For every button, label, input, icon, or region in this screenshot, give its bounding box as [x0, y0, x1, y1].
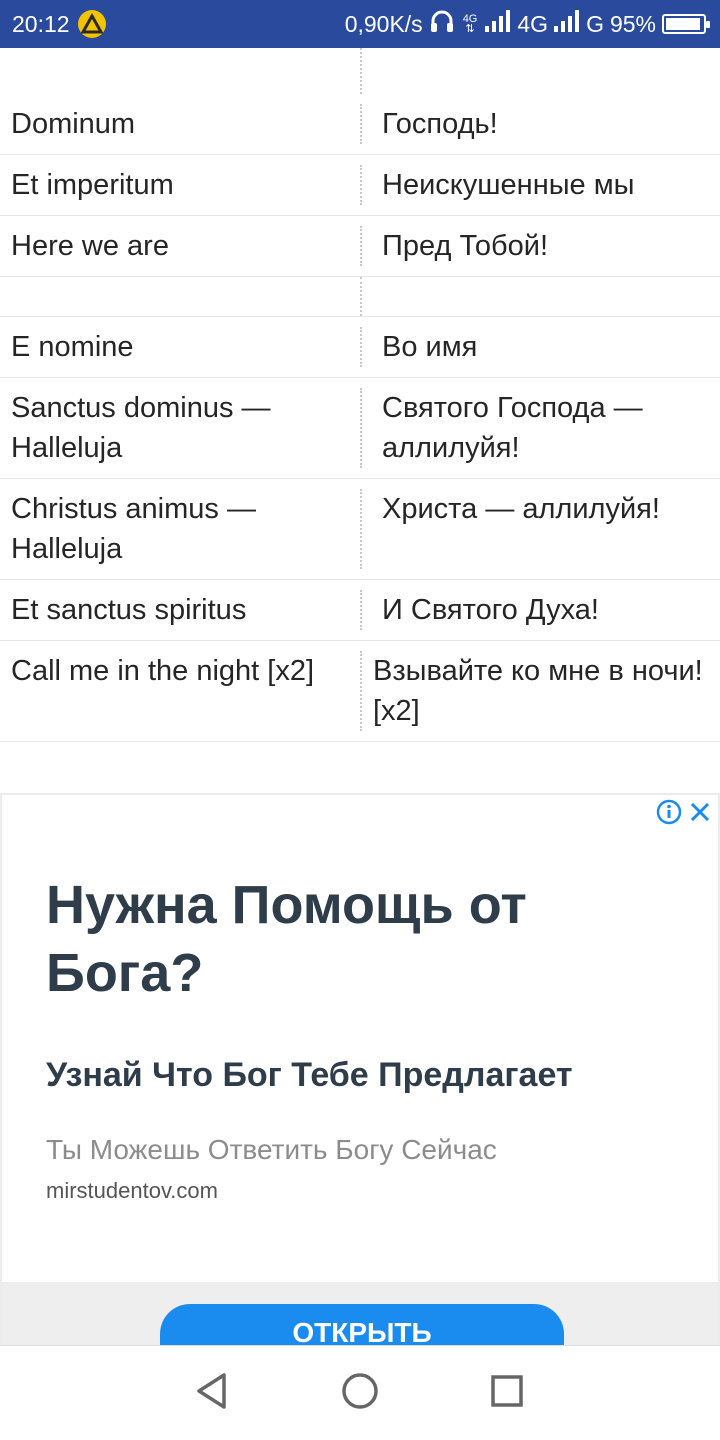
- lyric-original: Et sanctus spiritus: [11, 594, 247, 626]
- table-row: Sanctus dominus — Halleluja Святого Госп…: [0, 378, 720, 479]
- table-row: E nomine Во имя: [0, 317, 720, 378]
- table-row: Et sanctus spiritus И Святого Духа!: [0, 580, 720, 641]
- lyric-original: Dominum: [11, 108, 136, 140]
- net1-indicator: 4G ⇅: [462, 13, 478, 35]
- net-speed: 0,90K/s: [344, 10, 423, 37]
- lyric-translation: Во имя: [360, 327, 720, 367]
- lyric-translation: Взывайте ко мне в ночи! [x2]: [360, 651, 720, 731]
- lyric-original: Christus animus — Halleluja: [11, 493, 256, 565]
- lyric-original: Et imperitum: [11, 169, 174, 201]
- lyric-translation: [360, 277, 720, 316]
- ad-title[interactable]: Нужна Помощь от Бога?: [46, 871, 666, 1007]
- lyric-original: Here we are: [11, 230, 169, 262]
- home-button[interactable]: [330, 1363, 390, 1423]
- table-row: [0, 48, 720, 94]
- table-row: Et imperitum Неискушенные мы: [0, 155, 720, 216]
- table-row: Dominum Господь!: [0, 94, 720, 155]
- ad-subtitle: Узнай Что Бог Тебе Предлагает: [46, 1056, 573, 1094]
- lyric-translation: [360, 48, 720, 94]
- ad-content: Нужна Помощь от Бога? Узнай Что Бог Тебе…: [46, 871, 666, 1205]
- net2-label: G: [586, 10, 604, 37]
- net1-label: 4G: [517, 10, 549, 37]
- lyric-translation: Господь!: [360, 104, 720, 144]
- battery-icon: [662, 14, 710, 34]
- table-row: Christus animus — Halleluja Христа — алл…: [0, 479, 720, 580]
- battery-fill: [666, 18, 701, 30]
- back-icon: [193, 1371, 233, 1416]
- app-notification-icon: [77, 10, 106, 38]
- ad-domain: mirstudentov.com: [46, 1178, 218, 1203]
- info-icon[interactable]: [656, 799, 682, 830]
- table-row: Here we are Пред Тобой!: [0, 216, 720, 277]
- navigation-bar: [0, 1345, 720, 1440]
- lyric-original: Sanctus dominus — Halleluja: [11, 392, 271, 464]
- ad-banner[interactable]: Нужна Помощь от Бога? Узнай Что Бог Тебе…: [0, 793, 720, 1345]
- lyric-original: [0, 277, 360, 316]
- table-row: Call me in the night [x2] Взывайте ко мн…: [0, 641, 720, 742]
- signal-icon: [554, 10, 580, 38]
- back-button[interactable]: [183, 1363, 243, 1423]
- lyric-translation: Святого Господа — аллилуйя!: [360, 388, 720, 468]
- lyrics-table: Dominum Господь! Et imperitum Неискушенн…: [0, 48, 720, 742]
- home-icon: [340, 1371, 380, 1416]
- lyric-translation: Неискушенные мы: [360, 165, 720, 205]
- lyric-original: Call me in the night [x2]: [11, 655, 315, 687]
- ad-badges: [656, 799, 712, 830]
- headphones-icon: [429, 8, 455, 40]
- open-button[interactable]: ОТКРЫТЬ: [160, 1304, 564, 1345]
- ad-footer: ОТКРЫТЬ: [2, 1282, 718, 1345]
- lyric-original: [0, 48, 360, 94]
- signal-icon: [485, 10, 511, 38]
- battery-percent: 95%: [609, 10, 656, 37]
- table-row: [0, 277, 720, 317]
- lyric-translation: И Святого Духа!: [360, 590, 720, 630]
- lyric-original: E nomine: [11, 331, 134, 363]
- lyric-translation: Пред Тобой!: [360, 226, 720, 266]
- lyric-translation: Христа — аллилуйя!: [360, 489, 720, 569]
- ad-description: Ты Можешь Ответить Богу Сейчас: [46, 1134, 497, 1165]
- status-bar: 20:12 0,90K/s 4G ⇅ 4G G 95%: [0, 0, 720, 48]
- recents-icon: [487, 1371, 527, 1416]
- close-icon[interactable]: [688, 800, 712, 829]
- status-time: 20:12: [12, 10, 70, 37]
- recents-button[interactable]: [477, 1363, 537, 1423]
